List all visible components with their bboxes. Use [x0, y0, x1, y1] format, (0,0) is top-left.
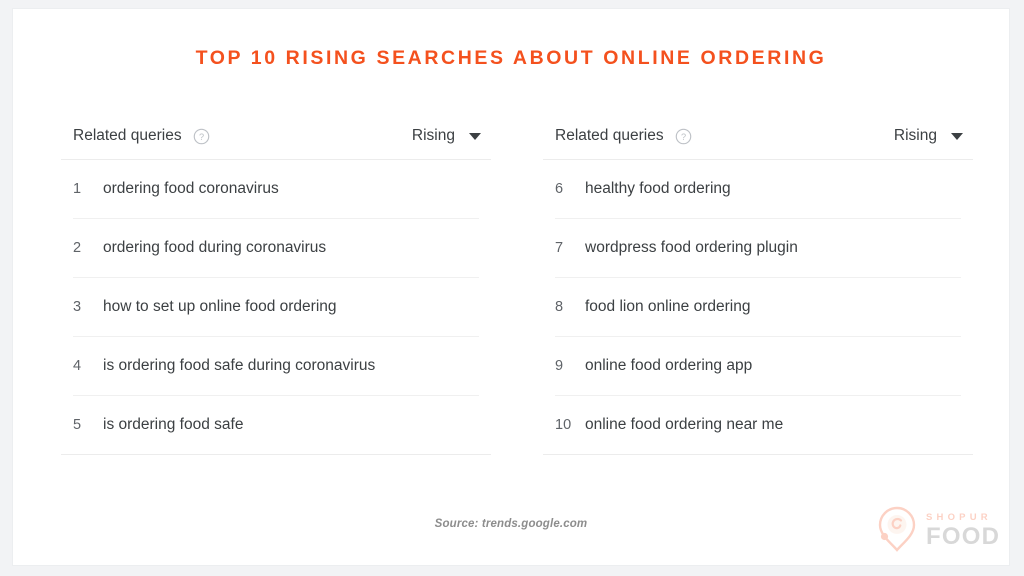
list-item[interactable]: 10 online food ordering near me — [543, 396, 973, 455]
row-query: wordpress food ordering plugin — [585, 239, 798, 256]
list-item[interactable]: 9 online food ordering app — [555, 337, 961, 396]
query-list: 1 ordering food coronavirus 2 ordering f… — [61, 160, 491, 455]
row-query: food lion online ordering — [585, 298, 751, 315]
row-query: is ordering food safe — [103, 416, 244, 433]
help-circle-icon[interactable]: ? — [193, 128, 210, 145]
list-item[interactable]: 7 wordpress food ordering plugin — [555, 219, 961, 278]
row-rank: 7 — [555, 240, 564, 256]
related-queries-panel-left: Related queries ? Rising 1 ordering food… — [61, 127, 491, 455]
row-query: online food ordering near me — [585, 416, 784, 433]
row-rank: 5 — [73, 417, 82, 433]
list-item[interactable]: 6 healthy food ordering — [555, 160, 961, 219]
panel-header-left: Related queries ? — [555, 127, 692, 145]
panel-header-title: Related queries — [73, 127, 182, 144]
panels-container: Related queries ? Rising 1 ordering food… — [61, 127, 973, 455]
row-query: ordering food coronavirus — [103, 180, 279, 197]
sort-control[interactable]: Rising — [412, 127, 491, 145]
sort-label: Rising — [411, 127, 455, 144]
panel-header-left: Related queries ? — [73, 127, 210, 145]
help-circle-icon[interactable]: ? — [675, 128, 692, 145]
logo-bottom-text: FOOD — [926, 522, 1001, 550]
location-pin-icon — [875, 505, 919, 558]
brand-logo: SHOPUR FOOD — [875, 505, 1000, 557]
row-rank: 10 — [555, 417, 572, 433]
row-rank: 2 — [73, 240, 82, 256]
list-item[interactable]: 2 ordering food during coronavirus — [73, 219, 479, 278]
chevron-down-icon[interactable] — [469, 132, 481, 140]
row-query: ordering food during coronavirus — [103, 239, 327, 256]
sort-label: Rising — [893, 127, 937, 144]
list-item[interactable]: 3 how to set up online food ordering — [73, 278, 479, 337]
page-title: Top 10 Rising Searches About Online Orde… — [195, 47, 827, 69]
row-query: online food ordering app — [585, 357, 753, 374]
sort-control[interactable]: Rising — [894, 127, 973, 145]
query-list: 6 healthy food ordering 7 wordpress food… — [543, 160, 973, 455]
row-rank: 6 — [555, 181, 564, 197]
list-item[interactable]: 5 is ordering food safe — [61, 396, 491, 455]
row-rank: 4 — [73, 358, 82, 374]
row-query: is ordering food safe during coronavirus — [103, 357, 376, 374]
logo-top-text: SHOPUR — [926, 512, 992, 524]
row-rank: 9 — [555, 358, 564, 374]
logo-wordmark: SHOPUR FOOD — [926, 513, 1000, 549]
row-rank: 3 — [73, 299, 82, 315]
row-query: how to set up online food ordering — [103, 298, 337, 315]
panel-header: Related queries ? Rising — [61, 127, 491, 160]
list-item[interactable]: 1 ordering food coronavirus — [73, 160, 479, 219]
list-item[interactable]: 8 food lion online ordering — [555, 278, 961, 337]
row-query: healthy food ordering — [585, 180, 731, 197]
list-item[interactable]: 4 is ordering food safe during coronavir… — [73, 337, 479, 396]
source-attribution: Source: trends.google.com — [434, 518, 588, 530]
chevron-down-icon[interactable] — [951, 132, 963, 140]
panel-header-title: Related queries — [555, 127, 664, 144]
related-queries-panel-right: Related queries ? Rising 6 healthy food … — [543, 127, 973, 455]
svg-text:?: ? — [199, 131, 204, 141]
svg-text:?: ? — [681, 131, 686, 141]
panel-header: Related queries ? Rising — [543, 127, 973, 160]
infographic-card: Top 10 Rising Searches About Online Orde… — [12, 8, 1010, 566]
row-rank: 1 — [73, 181, 82, 197]
row-rank: 8 — [555, 299, 564, 315]
